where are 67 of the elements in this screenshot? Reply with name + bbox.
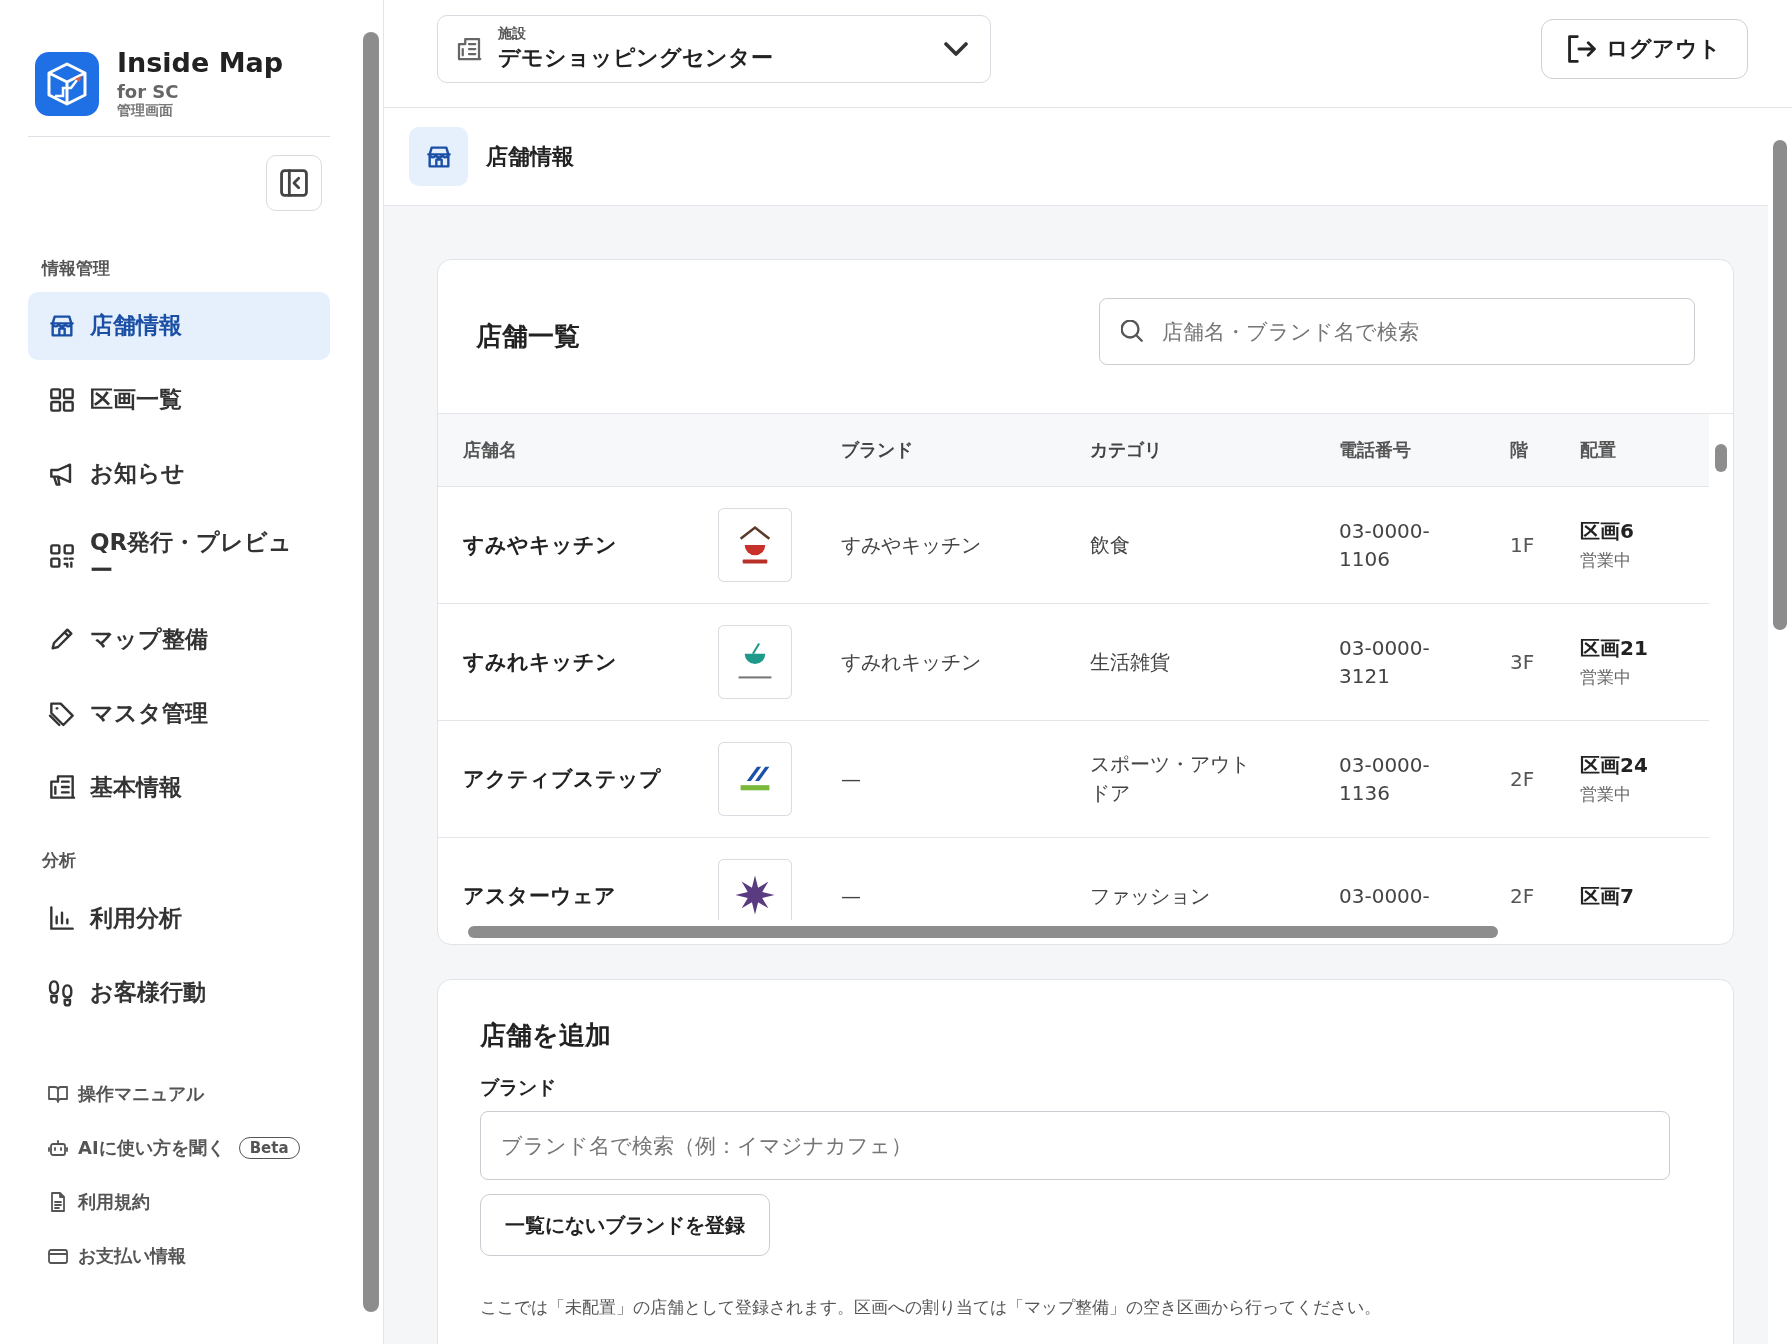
store-status: 営業中 [1580,549,1632,572]
column-header: 店舗名 [463,438,518,462]
app-logo [35,52,99,116]
floor: 2F [1510,767,1536,791]
nav-item[interactable]: 区画一覧 [28,365,330,434]
page-title: 店舗情報 [486,142,574,171]
brand-name: — [841,767,862,791]
store-status: 営業中 [1580,666,1632,689]
nav-item[interactable]: 基本情報 [28,753,330,822]
brand-name: すみれキッチン [841,648,982,676]
store-name: アクティブステップ [463,766,662,793]
card-title: 店舗一覧 [476,320,580,353]
nav-item[interactable]: QR発行・プレビュー [28,513,330,600]
footer-link[interactable]: お支払い情報 [78,1244,186,1269]
app-name: Inside Map [117,48,284,78]
app-caption: 管理画面 [117,101,174,120]
category: スポーツ・アウトドア [1090,751,1251,807]
floor: 3F [1510,650,1536,674]
nav-section-title: 情報管理 [42,256,111,280]
category: ファッション [1090,882,1211,910]
logout-button[interactable]: ログアウト [1541,18,1748,79]
nav-item[interactable]: 利用分析 [28,884,330,953]
store-status: 営業中 [1580,783,1632,806]
column-header: 配置 [1580,438,1617,462]
brand-name: すみやキッチン [841,531,982,559]
brand-name: — [841,884,862,908]
sidebar-collapse-icon [280,168,308,197]
section-name: 区画7 [1580,882,1635,910]
facility-select[interactable]: 施設 デモショッピングセンター [437,14,991,83]
search-field[interactable]: 店舗名・ブランド名で検索 [1099,298,1695,365]
nav-item[interactable]: マップ整備 [28,605,330,674]
section-name: 区画21 [1580,635,1649,662]
section-name: 区画24 [1580,752,1649,779]
nav-item[interactable]: お知らせ [28,439,330,508]
collapse-sidebar-button[interactable] [266,154,322,211]
field-label: ブランド [480,1075,556,1100]
phone-number: 03-0000-1106 [1339,518,1431,573]
column-header: 電話番号 [1339,438,1412,462]
app-subtitle: for SC [117,80,180,102]
nav-item[interactable]: お客様行動 [28,958,330,1027]
logout-icon [1568,34,1596,63]
card-title: 店舗を追加 [480,1019,611,1052]
store-name: すみれキッチン [463,649,618,676]
nav-item[interactable]: マスタ管理 [28,679,330,748]
store-icon [409,127,468,186]
phone-number: 03-0000-1136 [1339,752,1431,807]
section-name: 区画6 [1580,518,1635,545]
floor: 1F [1510,533,1536,557]
column-header: 階 [1510,438,1529,462]
store-name: すみやキッチン [463,532,618,559]
column-header: ブランド [841,438,914,462]
nav-section-title: 分析 [42,849,77,873]
category: 生活雑貨 [1090,648,1171,676]
category: 飲食 [1090,531,1131,559]
phone-number: 03-0000- [1339,883,1431,910]
footer-link[interactable]: AIに使い方を聞く [78,1136,225,1161]
footer-link[interactable]: 利用規約 [78,1190,150,1215]
phone-number: 03-0000-3121 [1339,635,1431,690]
floor: 2F [1510,884,1536,908]
brand-search-field[interactable]: ブランド名で検索（例：イマジナカフェ） [480,1111,1670,1180]
column-header: カテゴリ [1090,437,1163,462]
store-name: アスターウェア [463,883,617,910]
search-icon [1121,320,1143,342]
footer-link[interactable]: 操作マニュアル [78,1082,204,1107]
register-brand-button[interactable]: 一覧にないブランドを登録 [480,1194,770,1256]
nav-item[interactable]: 店舗情報 [28,291,330,360]
note-text: ここでは「未配置」の店舗として登録されます。区画への割り当ては「マップ整備」の空き区画から行ってください。 [480,1296,1381,1319]
